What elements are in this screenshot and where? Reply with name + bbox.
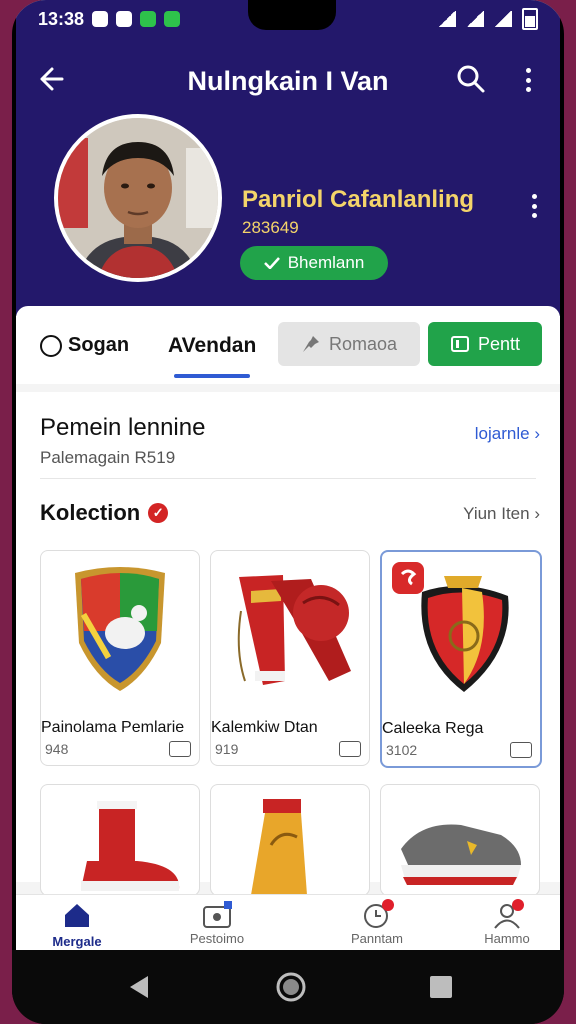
emblem-shield-icon [392, 562, 509, 692]
nav-photos[interactable]: Pestoimo [172, 901, 262, 946]
status-bar: 13:38 [38, 8, 538, 30]
nav-home[interactable]: Mergale [32, 901, 122, 949]
phone-frame: 13:38 Nulngkain I Van Panriol Cafanlanli… [12, 0, 564, 1024]
system-navigation-bar [12, 950, 564, 1024]
profile-name: Panriol Cafanlanling [242, 186, 475, 213]
profile-id-number: 283649 [242, 218, 299, 237]
collection-item[interactable] [40, 784, 200, 896]
app-icon-green-2 [164, 11, 181, 27]
more-options-icon[interactable] [524, 68, 532, 92]
item-name: Painolama Pemlarie [41, 719, 185, 736]
app-icon-green [140, 11, 157, 27]
verified-label: Bhemlann [287, 253, 365, 272]
collection-link[interactable]: Yiun Iten › [463, 504, 540, 524]
divider [40, 478, 536, 479]
nav-profile[interactable]: Hammo [462, 899, 552, 946]
item-price: 919 [215, 741, 239, 757]
chevron-right-icon: › [534, 504, 540, 523]
collection-link-label: Yiun Iten [463, 504, 530, 523]
nav-panntam[interactable]: Panntam [332, 899, 422, 946]
user-icon [492, 899, 524, 929]
search-icon[interactable] [456, 64, 486, 94]
card-icon [169, 741, 191, 757]
status-time: 13:38 [38, 8, 85, 29]
signal-icon [466, 11, 484, 27]
wifi-icon [438, 11, 456, 27]
section-title: Pemein lennine [40, 414, 206, 441]
signal-2-icon [494, 11, 512, 27]
person-photo-icon [58, 118, 218, 278]
profile-options-icon[interactable] [530, 194, 538, 218]
item-name: Caleeka Rega [382, 720, 484, 737]
romaoa-label: Romaoa [328, 333, 398, 354]
photo-icon [202, 901, 232, 929]
battery-icon [522, 8, 538, 30]
collection-item[interactable] [210, 784, 370, 896]
card-icon [510, 742, 532, 758]
pentt-label: Pentt [477, 333, 521, 354]
back-triangle-icon[interactable] [124, 972, 154, 1002]
collection-title: Kolection ✓ [40, 500, 169, 526]
tab-sogan-label: Sogan [68, 334, 130, 356]
notification-dot [382, 899, 394, 911]
collection-title-label: Kolection [40, 500, 141, 525]
card-icon [339, 741, 361, 757]
verified-badge-button[interactable]: Bhemlann [240, 246, 388, 280]
clock-icon [362, 899, 394, 929]
radio-icon [40, 334, 62, 357]
message-icon [450, 336, 469, 352]
boot-icon [81, 801, 180, 891]
sport-gear-icon [237, 575, 351, 685]
nav-panntam-label: Panntam [350, 931, 404, 946]
section-link[interactable]: lojarnle › [475, 424, 540, 444]
profile-header: 13:38 Nulngkain I Van Panriol Cafanlanli… [16, 0, 560, 316]
tab-sogan[interactable]: Sogan [40, 334, 129, 357]
bottom-navigation: Mergale Pestoimo Panntam Hammo [16, 894, 560, 950]
active-tab-indicator [174, 374, 250, 378]
sock-icon [251, 799, 307, 895]
notification-dot [512, 899, 524, 911]
tab-avendan[interactable]: AVendan [168, 334, 256, 358]
section-link-label: lojarnle [474, 424, 530, 443]
item-name: Kalemkiw Dtan [211, 719, 318, 736]
pin-icon [302, 336, 319, 352]
verified-check-icon: ✓ [148, 503, 169, 523]
item-price: 948 [45, 741, 69, 757]
section-subtitle: Palemagain R519 [40, 448, 176, 467]
home-icon [65, 904, 89, 927]
chevron-right-icon: › [534, 424, 540, 443]
home-circle-icon[interactable] [274, 970, 308, 1004]
collection-item[interactable]: Painolama Pemlarie 948 [40, 550, 200, 766]
collection-item-selected[interactable]: Caleeka Rega 3102 [380, 550, 542, 768]
collection-item[interactable] [380, 784, 540, 896]
content-area: Pemein lennine Palemagain R519 lojarnle … [16, 384, 560, 896]
recents-square-icon[interactable] [426, 972, 456, 1002]
pentt-button[interactable]: Pentt [428, 322, 542, 366]
sneaker-icon [401, 824, 521, 885]
avatar [54, 114, 222, 282]
tab-bar: Sogan AVendan Romaoa Pentt [16, 306, 560, 385]
collection-item[interactable]: Kalemkiw Dtan 919 [210, 550, 370, 766]
check-icon [263, 257, 280, 269]
app-icon [116, 11, 133, 27]
screen: 13:38 Nulngkain I Van Panriol Cafanlanli… [16, 0, 560, 950]
app-bar: Nulngkain I Van [16, 56, 560, 104]
nav-photos-label: Pestoimo [189, 931, 245, 946]
crest-shield-icon [75, 567, 165, 691]
item-price: 3102 [386, 742, 418, 758]
romaoa-button[interactable]: Romaoa [278, 322, 420, 366]
nav-home-label: Mergale [52, 934, 102, 949]
content-card: Pemein lennine Palemagain R519 lojarnle … [16, 392, 560, 896]
nav-profile-label: Hammo [484, 931, 530, 946]
notification-icon [92, 11, 109, 27]
